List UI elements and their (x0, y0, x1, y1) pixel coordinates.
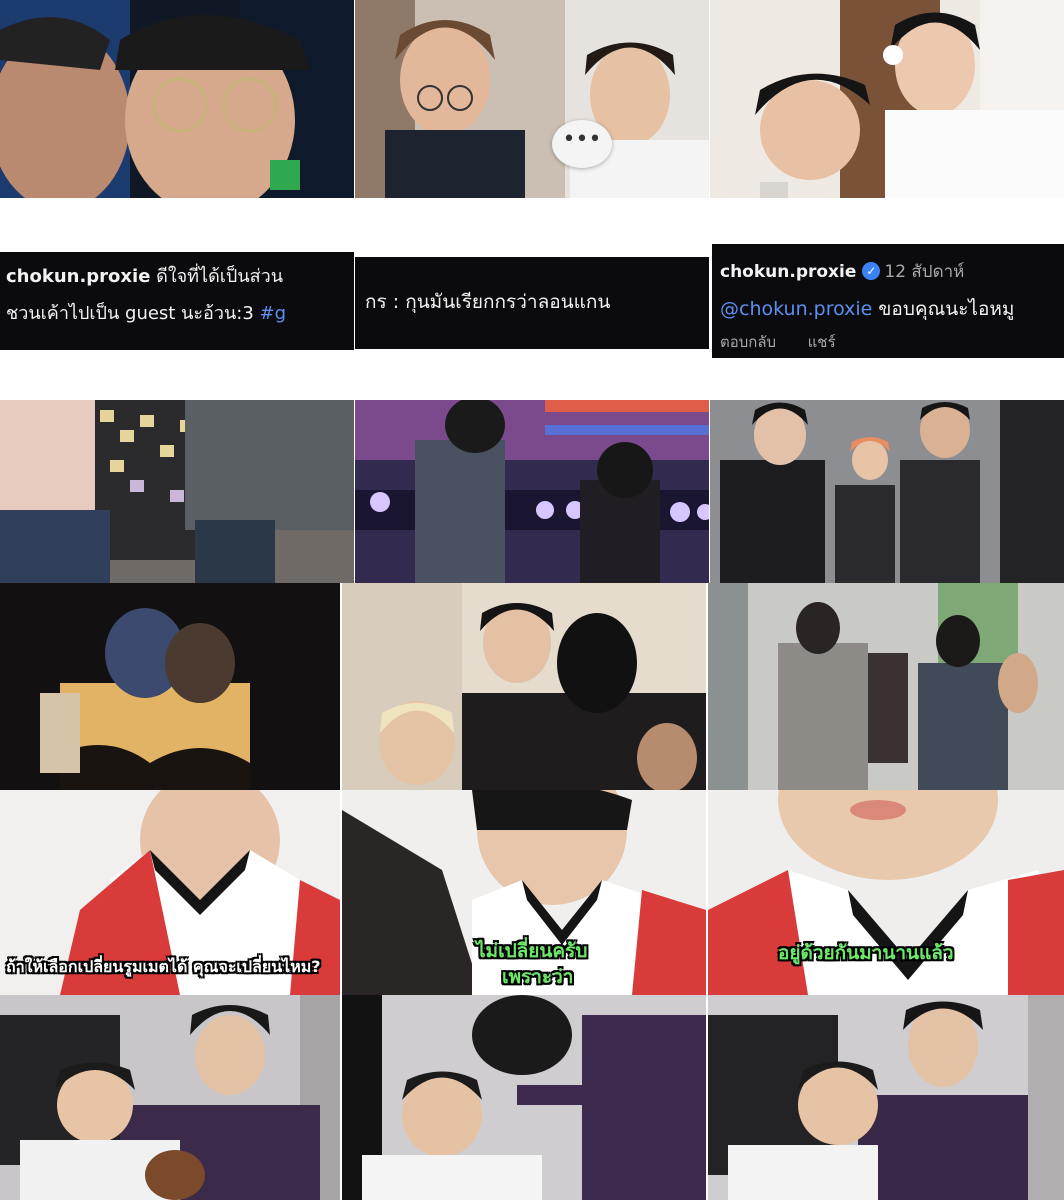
comment-screenshot-1: chokun.proxie ดีใจที่ได้เป็นส่วน ชวนเค้า… (0, 252, 354, 350)
photo-selfie-kiss (0, 0, 354, 198)
photo-flower-pair (710, 0, 1064, 198)
photo-sticky-note-wall (0, 400, 354, 583)
video-frame-3: อยู่ด้วยกันมานานแล้ว (708, 790, 1064, 995)
comment-username[interactable]: chokun.proxie (720, 262, 856, 282)
video-frame-1: ถ้าให้เลือกเปลี่ยนรูมเมตได้ คุณจะเปลี่ยน… (0, 790, 340, 995)
comment-screenshot-3: chokun.proxie ✓ 12 สัปดาห์ @chokun.proxie … (712, 244, 1064, 358)
video-frame-2: ไม่เปลี่ยนครับ เพราะว่า (342, 790, 706, 995)
subtitle-caption: ถ้าให้เลือกเปลี่ยนรูมเมตได้ คุณจะเปลี่ยน… (6, 957, 321, 976)
mention-link[interactable]: @chokun.proxie (720, 298, 872, 320)
hashtag-link[interactable]: #g (260, 303, 287, 324)
photo-couch-1 (0, 995, 340, 1200)
photo-couch-2 (342, 995, 706, 1200)
comment-time: 12 สัปดาห์ (884, 262, 965, 282)
comment-username: chokun.proxie (6, 266, 151, 287)
photo-dark-hug (0, 583, 340, 790)
comment-text: ขอบคุณนะไอหมู (872, 298, 1015, 320)
reply-button[interactable]: ตอบกลับ (720, 333, 776, 351)
ellipsis-bubble-icon: ••• (552, 120, 612, 168)
photo-corridor-walk (708, 583, 1064, 790)
comment-screenshot-2: กร : กุนมันเรียกกรว่าลอนแกน (355, 257, 709, 349)
photo-mirror-selfie (355, 0, 709, 198)
share-button[interactable]: แชร์ (808, 333, 836, 351)
subtitle-caption: อยู่ด้วยกันมานานแล้ว (778, 942, 954, 964)
verified-badge-icon: ✓ (862, 262, 881, 280)
photo-couch-3 (708, 995, 1064, 1200)
subtitle-caption: เพราะว่า (502, 966, 574, 988)
photo-stage-lights (355, 400, 709, 583)
comment-text: ชวนเค้าไปเป็น guest นะอ้วน:3 (6, 303, 260, 324)
photo-video-closeup (342, 583, 706, 790)
comment-text: กร : กุนมันเรียกกรว่าลอนแกน (365, 291, 611, 313)
photo-backstage-outfits (710, 400, 1064, 583)
comment-text: ดีใจที่ได้เป็นส่วน (156, 266, 284, 287)
